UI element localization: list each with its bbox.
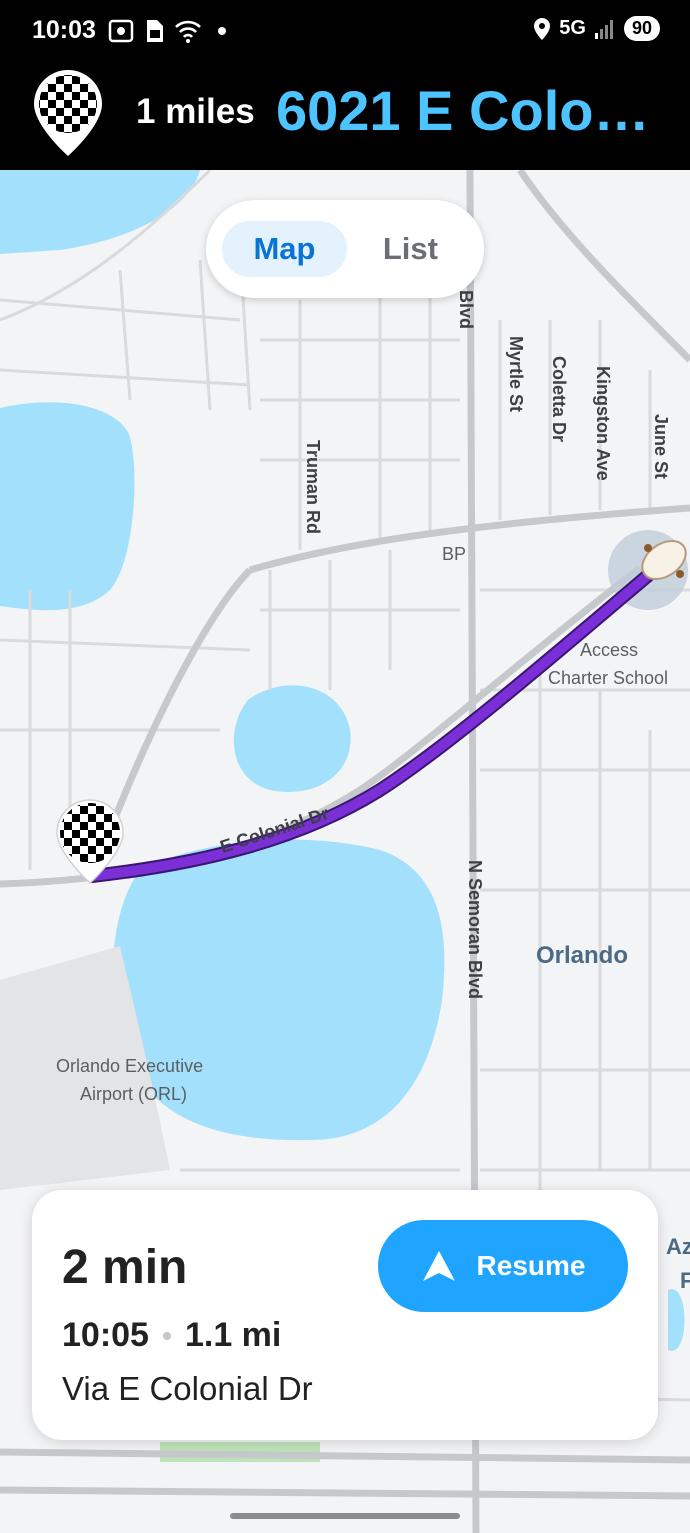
route-via: Via E Colonial Dr — [62, 1370, 313, 1407]
status-bar: 10:03 5G 90 — [0, 0, 690, 64]
label-kingston-ave: Kingston Ave — [593, 366, 613, 481]
label-bp: BP — [442, 544, 467, 564]
tab-list[interactable]: List — [353, 221, 468, 277]
label-myrtle-st: Myrtle St — [506, 336, 526, 413]
destination-street: 6021 E Colonial Dr — [276, 79, 656, 142]
label-edge-text-2: F — [680, 1268, 690, 1293]
status-time: 10:03 — [32, 16, 96, 44]
distance-to-turn: 1 miles — [136, 92, 255, 131]
label-airport-line1: Orlando Executive — [56, 1056, 204, 1076]
checkered-flag-pin-icon — [34, 70, 102, 156]
resume-label: Resume — [476, 1250, 586, 1281]
eta-arrival-row: 10:05 1.1 mi — [62, 1316, 281, 1355]
signal-icon — [594, 19, 613, 39]
tab-map[interactable]: Map — [222, 221, 347, 277]
label-june-st: June St — [651, 414, 671, 480]
label-semoran-blvd: N Semoran Blvd — [465, 860, 485, 1000]
home-indicator[interactable] — [230, 1513, 460, 1519]
label-city-orlando: Orlando — [536, 942, 629, 969]
battery-level: 90 — [623, 16, 660, 41]
label-school-line1: Access — [580, 640, 639, 660]
eta-duration: 2 min — [62, 1241, 188, 1294]
route-line — [85, 565, 659, 883]
network-type: 5G — [559, 17, 586, 39]
label-truman-rd: Truman Rd — [303, 440, 323, 535]
view-toggle: Map List — [206, 200, 484, 298]
label-airport-line2: Airport (ORL) — [80, 1084, 188, 1104]
trip-distance: 1.1 mi — [184, 1316, 282, 1354]
system-icons: 5G 90 — [533, 16, 660, 41]
notification-icons — [108, 18, 226, 44]
screenshot-icon — [108, 19, 134, 43]
navigation-header[interactable]: 1 miles 6021 E Colonial Dr — [0, 64, 690, 170]
wifi-icon — [175, 20, 201, 43]
navigation-arrow-icon — [422, 1251, 455, 1281]
lake-small — [233, 685, 351, 792]
lake-bottom-right-edge — [668, 1289, 685, 1351]
eta-card[interactable]: 2 min 10:05 1.1 mi Via E Colonial Dr Res… — [32, 1190, 658, 1440]
label-edge-text-1: Az — [666, 1234, 690, 1259]
sim-card-icon — [147, 20, 163, 42]
location-icon — [534, 17, 551, 40]
resume-button[interactable]: Resume — [378, 1220, 628, 1312]
label-school-line2: Charter School — [548, 668, 669, 688]
lake-top-left — [0, 170, 200, 254]
label-coletta-dr: Coletta Dr — [549, 356, 569, 443]
notification-dot — [218, 27, 226, 35]
arrival-time: 10:05 — [62, 1316, 149, 1354]
separator-dot — [162, 1331, 171, 1340]
lake-left — [0, 402, 135, 611]
label-blvd-top: Blvd — [456, 290, 476, 330]
